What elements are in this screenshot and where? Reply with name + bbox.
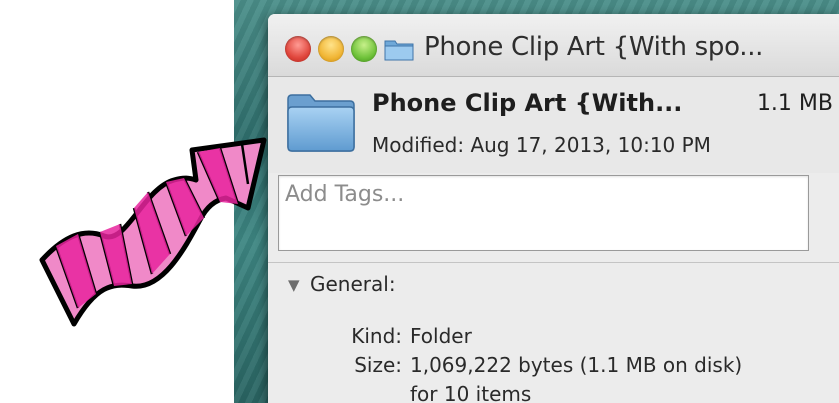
size-label: Size: — [354, 353, 402, 377]
modified-date: Modified: Aug 17, 2013, 10:10 PM — [372, 133, 711, 157]
disclosure-triangle-icon[interactable]: ▼ — [288, 276, 300, 294]
pink-arrow-icon — [39, 137, 267, 327]
close-button[interactable] — [285, 36, 311, 62]
info-window: Phone Clip Art {With spo... Phone Clip A… — [268, 14, 839, 403]
size-value: 1,069,222 bytes (1.1 MB on disk) — [410, 353, 743, 377]
minimize-button[interactable] — [318, 36, 344, 62]
section-title-general[interactable]: General: — [310, 272, 396, 296]
kind-label: Kind: — [351, 324, 402, 348]
file-size: 1.1 MB — [756, 91, 833, 116]
kind-value: Folder — [410, 324, 472, 348]
info-header: Phone Clip Art {With... 1.1 MB Modified:… — [268, 77, 839, 173]
folder-icon — [287, 94, 355, 152]
general-section: ▼ General: Kind: Folder Size: 1,069,222 … — [268, 263, 839, 403]
tags-input[interactable] — [278, 175, 809, 251]
title-bar[interactable]: Phone Clip Art {With spo... — [268, 14, 839, 77]
file-name: Phone Clip Art {With... — [372, 89, 683, 117]
folder-icon — [384, 40, 414, 61]
zoom-button[interactable] — [351, 36, 377, 62]
item-count: for 10 items — [410, 382, 532, 403]
window-title: Phone Clip Art {With spo... — [424, 32, 764, 62]
